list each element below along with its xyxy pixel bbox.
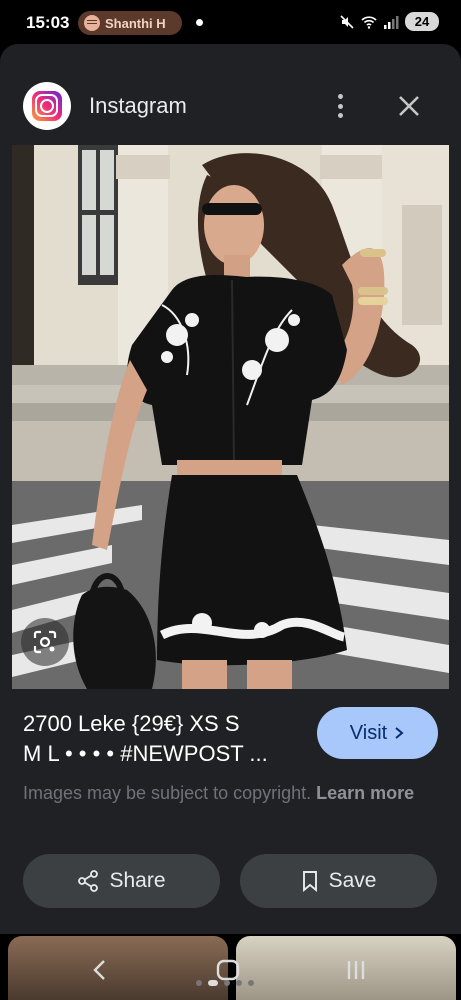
image-preview-sheet: Instagram 2700 Leke {29€} XS S M L • • •…	[0, 44, 461, 934]
status-bar: 15:03 Shanthi H 24	[0, 0, 461, 44]
lens-search-button[interactable]	[21, 618, 69, 666]
mute-icon	[340, 14, 354, 29]
chevron-right-icon	[395, 727, 404, 739]
copyright-text: Images may be subject to copyright.	[23, 783, 312, 803]
signal-icon	[384, 15, 399, 29]
media-chip-text: Shanthi H	[105, 15, 166, 31]
source-name: Instagram	[89, 93, 187, 118]
recents-icon	[347, 961, 365, 979]
preview-image[interactable]	[12, 145, 449, 689]
visit-label: Visit	[349, 721, 388, 744]
battery-indicator: 24	[405, 12, 439, 31]
share-button[interactable]: Share	[23, 854, 220, 908]
caption-line-1: 2700 Leke {29€} XS S	[23, 711, 240, 736]
spotify-icon	[84, 15, 100, 31]
system-nav-bar	[0, 944, 461, 1000]
back-chevron-icon	[93, 960, 105, 980]
home-icon	[216, 959, 240, 981]
page-indicator	[196, 980, 254, 986]
notification-dot-icon	[196, 19, 203, 26]
sheet-header: Instagram	[0, 74, 461, 138]
action-row: Share Save	[23, 854, 437, 908]
wifi-icon	[361, 15, 377, 29]
save-button[interactable]: Save	[240, 854, 437, 908]
media-chip[interactable]: Shanthi H	[78, 11, 182, 35]
copyright-notice: Images may be subject to copyright. Lear…	[23, 780, 433, 807]
visit-button[interactable]: Visit	[317, 707, 438, 759]
camera-lens-icon	[33, 630, 57, 654]
learn-more-link[interactable]: Learn more	[316, 783, 414, 803]
back-button[interactable]	[80, 950, 120, 990]
more-options-icon[interactable]	[330, 92, 350, 120]
save-label: Save	[328, 869, 377, 892]
status-time: 15:03	[26, 13, 70, 32]
close-icon[interactable]	[396, 93, 422, 119]
share-label: Share	[109, 869, 166, 892]
caption-line-2: M L • • • • #NEWPOST ...	[23, 741, 268, 766]
bookmark-icon	[302, 871, 317, 892]
image-caption[interactable]: 2700 Leke {29€} XS S M L • • • • #NEWPOS…	[23, 709, 298, 769]
share-icon	[78, 870, 99, 892]
status-icons: 24	[339, 12, 439, 31]
instagram-logo-icon	[23, 82, 71, 130]
recents-button[interactable]	[336, 950, 376, 990]
